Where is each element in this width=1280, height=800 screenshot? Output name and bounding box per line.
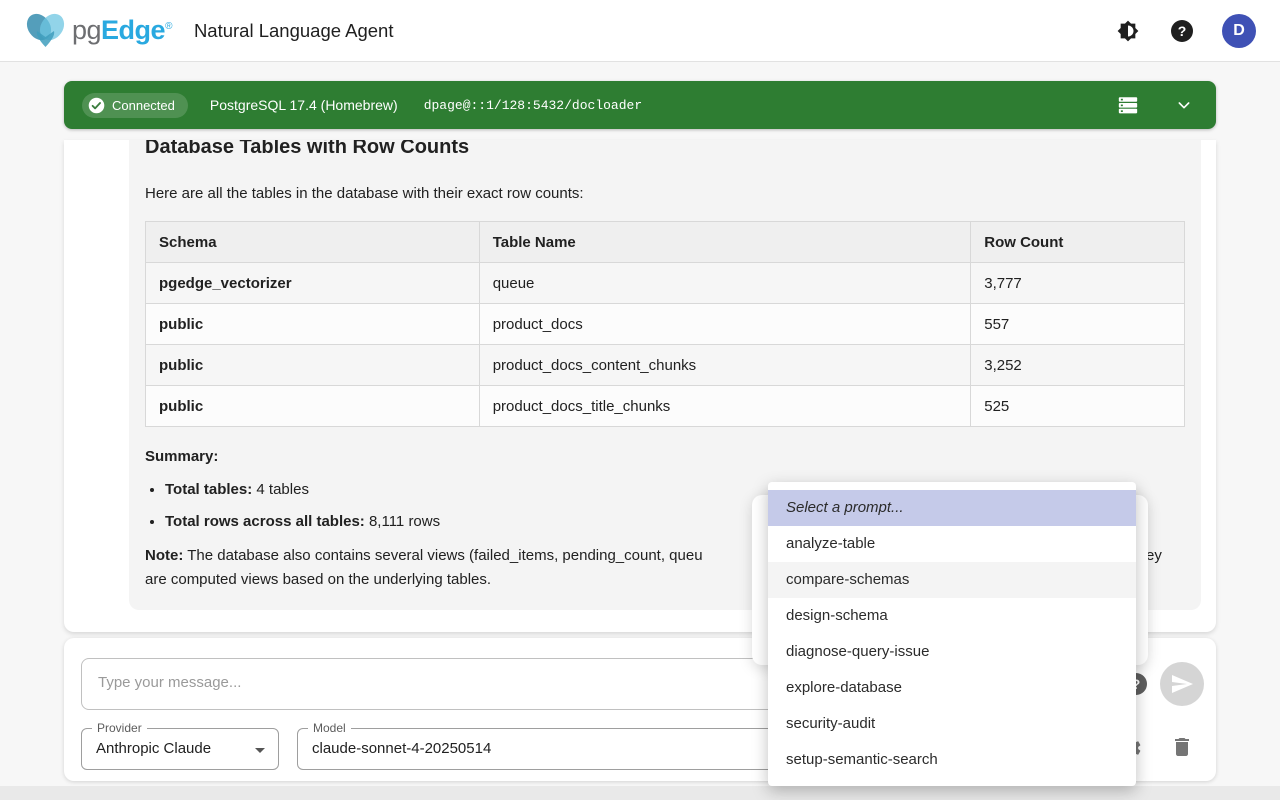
- chevron-down-icon[interactable]: [1170, 91, 1198, 119]
- message-heading: Database Tables with Row Counts: [145, 140, 1185, 160]
- send-icon: [1170, 672, 1194, 696]
- table-row: pgedge_vectorizer queue 3,777: [146, 263, 1185, 304]
- table-row: public product_docs_content_chunks 3,252: [146, 345, 1185, 386]
- message-intro: Here are all the tables in the database …: [145, 184, 1185, 204]
- prompt-item-diagnose-query-issue[interactable]: diagnose-query-issue: [768, 634, 1136, 670]
- page-title: Natural Language Agent: [194, 20, 394, 42]
- col-header-table-name: Table Name: [479, 222, 971, 263]
- model-label: Model: [308, 721, 351, 735]
- page-bottom-strip: [0, 786, 1280, 800]
- brand-text: pgEdge®: [72, 15, 172, 46]
- prompt-select-menu: Select a prompt... analyze-table compare…: [768, 482, 1136, 786]
- app-header: pgEdge® Natural Language Agent ? D: [0, 0, 1280, 62]
- table-row: public product_docs 557: [146, 304, 1185, 345]
- cell-schema: public: [146, 345, 480, 386]
- prompt-item-security-audit[interactable]: security-audit: [768, 706, 1136, 742]
- cell-schema: public: [146, 304, 480, 345]
- connection-dsn: dpage@::1/128:5432/docloader: [424, 98, 642, 113]
- table-row: public product_docs_title_chunks 525: [146, 386, 1185, 427]
- user-avatar[interactable]: D: [1222, 14, 1256, 48]
- note-fragment: ey: [1146, 544, 1162, 568]
- tables-rowcount-table: Schema Table Name Row Count pgedge_vecto…: [145, 221, 1185, 427]
- provider-label: Provider: [92, 721, 147, 735]
- server-list-icon[interactable]: [1114, 91, 1142, 119]
- cell-row-count: 557: [971, 304, 1185, 345]
- summary-heading: Summary:: [145, 448, 1185, 465]
- connection-status-badge: Connected: [82, 93, 188, 118]
- prompt-menu-placeholder[interactable]: Select a prompt...: [768, 490, 1136, 526]
- prompt-item-setup-semantic-search[interactable]: setup-semantic-search: [768, 742, 1136, 778]
- clear-chat-trash-icon[interactable]: [1170, 735, 1194, 759]
- connection-bar: Connected PostgreSQL 17.4 (Homebrew) dpa…: [64, 81, 1216, 129]
- dark-mode-toggle-icon[interactable]: [1114, 17, 1142, 45]
- cell-row-count: 3,777: [971, 263, 1185, 304]
- cell-row-count: 3,252: [971, 345, 1185, 386]
- connection-status-label: Connected: [112, 98, 175, 113]
- dropdown-caret-icon: [248, 738, 272, 767]
- cell-table-name: queue: [479, 263, 971, 304]
- table-header-row: Schema Table Name Row Count: [146, 222, 1185, 263]
- server-version-label: PostgreSQL 17.4 (Homebrew): [210, 97, 398, 113]
- check-circle-icon: [88, 97, 105, 114]
- pgedge-heart-icon: [24, 11, 68, 51]
- pgedge-logo: pgEdge®: [24, 11, 172, 51]
- help-icon[interactable]: ?: [1168, 17, 1196, 45]
- svg-text:?: ?: [1178, 23, 1187, 39]
- prompt-item-explore-database[interactable]: explore-database: [768, 670, 1136, 706]
- send-button[interactable]: [1160, 662, 1204, 706]
- cell-table-name: product_docs_content_chunks: [479, 345, 971, 386]
- cell-row-count: 525: [971, 386, 1185, 427]
- cell-table-name: product_docs_title_chunks: [479, 386, 971, 427]
- cell-schema: public: [146, 386, 480, 427]
- prompt-item-compare-schemas[interactable]: compare-schemas: [768, 562, 1136, 598]
- col-header-row-count: Row Count: [971, 222, 1185, 263]
- prompt-item-analyze-table[interactable]: analyze-table: [768, 526, 1136, 562]
- col-header-schema: Schema: [146, 222, 480, 263]
- provider-select[interactable]: Provider Anthropic Claude: [81, 728, 279, 770]
- cell-schema: pgedge_vectorizer: [146, 263, 480, 304]
- cell-table-name: product_docs: [479, 304, 971, 345]
- prompt-item-design-schema[interactable]: design-schema: [768, 598, 1136, 634]
